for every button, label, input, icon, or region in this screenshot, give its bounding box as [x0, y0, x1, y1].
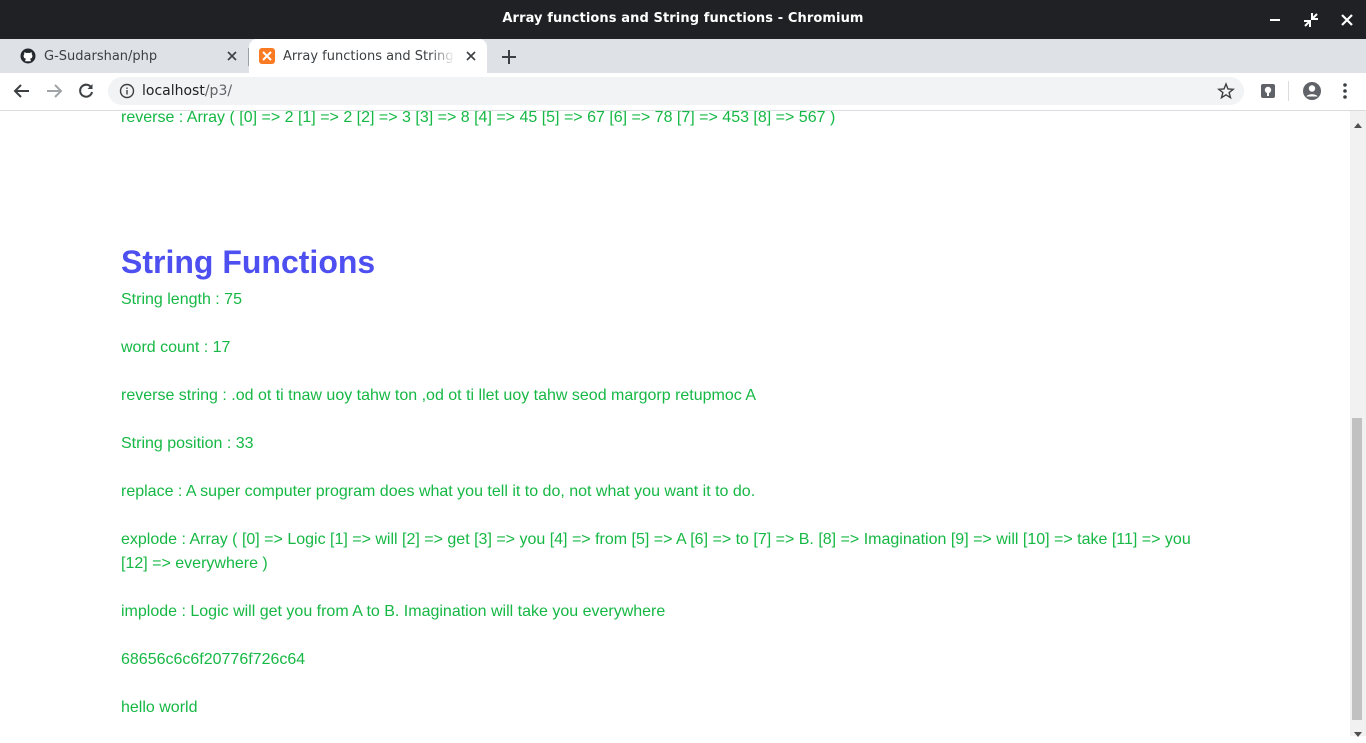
scrollbar-thumb[interactable] [1352, 418, 1362, 720]
profile-avatar-icon[interactable] [1302, 81, 1322, 101]
browser-toolbar: localhost/p3/ [0, 73, 1366, 111]
tab-array-functions[interactable]: Array functions and String functions [249, 39, 487, 73]
tab-label: Array functions and String functions [283, 49, 455, 64]
close-tab-icon[interactable] [463, 48, 479, 64]
reload-icon[interactable] [76, 81, 96, 101]
decoded-output: hello world [121, 699, 198, 716]
xampp-icon [259, 48, 275, 64]
extension-icon[interactable] [1258, 81, 1278, 101]
tab-strip: G-Sudarshan/php Array functions and Stri… [0, 39, 1366, 73]
minimize-icon[interactable] [1264, 9, 1286, 31]
info-icon[interactable] [119, 83, 135, 99]
toolbar-divider [1288, 81, 1289, 101]
close-window-icon[interactable] [1336, 9, 1358, 31]
window-title-bar: Array functions and String functions - C… [0, 0, 1366, 39]
word-count-output: word count : 17 [121, 339, 231, 356]
back-icon[interactable] [12, 81, 32, 101]
hex-output: 68656c6c6f20776f726c64 [121, 651, 306, 668]
close-tab-icon[interactable] [224, 48, 240, 64]
page-viewport: reverse : Array ( [0] => 2 [1] => 2 [2] … [0, 111, 1350, 736]
bookmark-star-icon[interactable] [1216, 82, 1236, 100]
url-text: localhost/p3/ [142, 83, 232, 99]
url-path: /p3/ [204, 83, 233, 99]
github-icon [20, 48, 36, 64]
string-position-output: String position : 33 [121, 435, 254, 452]
page-scrollbar[interactable] [1350, 111, 1366, 737]
tab-github[interactable]: G-Sudarshan/php [0, 39, 248, 73]
menu-kebab-icon[interactable] [1335, 81, 1355, 101]
explode-output: explode : Array ( [0] => Logic [1] => wi… [121, 531, 1191, 572]
restore-icon[interactable] [1300, 9, 1322, 31]
forward-icon[interactable] [44, 81, 64, 101]
replace-output: replace : A super computer program does … [121, 483, 756, 500]
section-heading: String Functions [121, 244, 376, 280]
new-tab-icon[interactable] [499, 47, 519, 67]
url-host: localhost [142, 83, 205, 99]
array-reverse-output: reverse : Array ( [0] => 2 [1] => 2 [2] … [121, 111, 836, 126]
window-title: Array functions and String functions - C… [502, 11, 864, 26]
string-length-output: String length : 75 [121, 291, 242, 308]
scroll-down-icon[interactable] [1353, 724, 1363, 737]
address-bar[interactable]: localhost/p3/ [108, 77, 1244, 105]
scroll-up-icon[interactable] [1353, 114, 1363, 128]
tab-label: G-Sudarshan/php [44, 49, 158, 64]
implode-output: implode : Logic will get you from A to B… [121, 603, 666, 620]
reverse-string-output: reverse string : .od ot ti tnaw uoy tahw… [121, 387, 756, 404]
